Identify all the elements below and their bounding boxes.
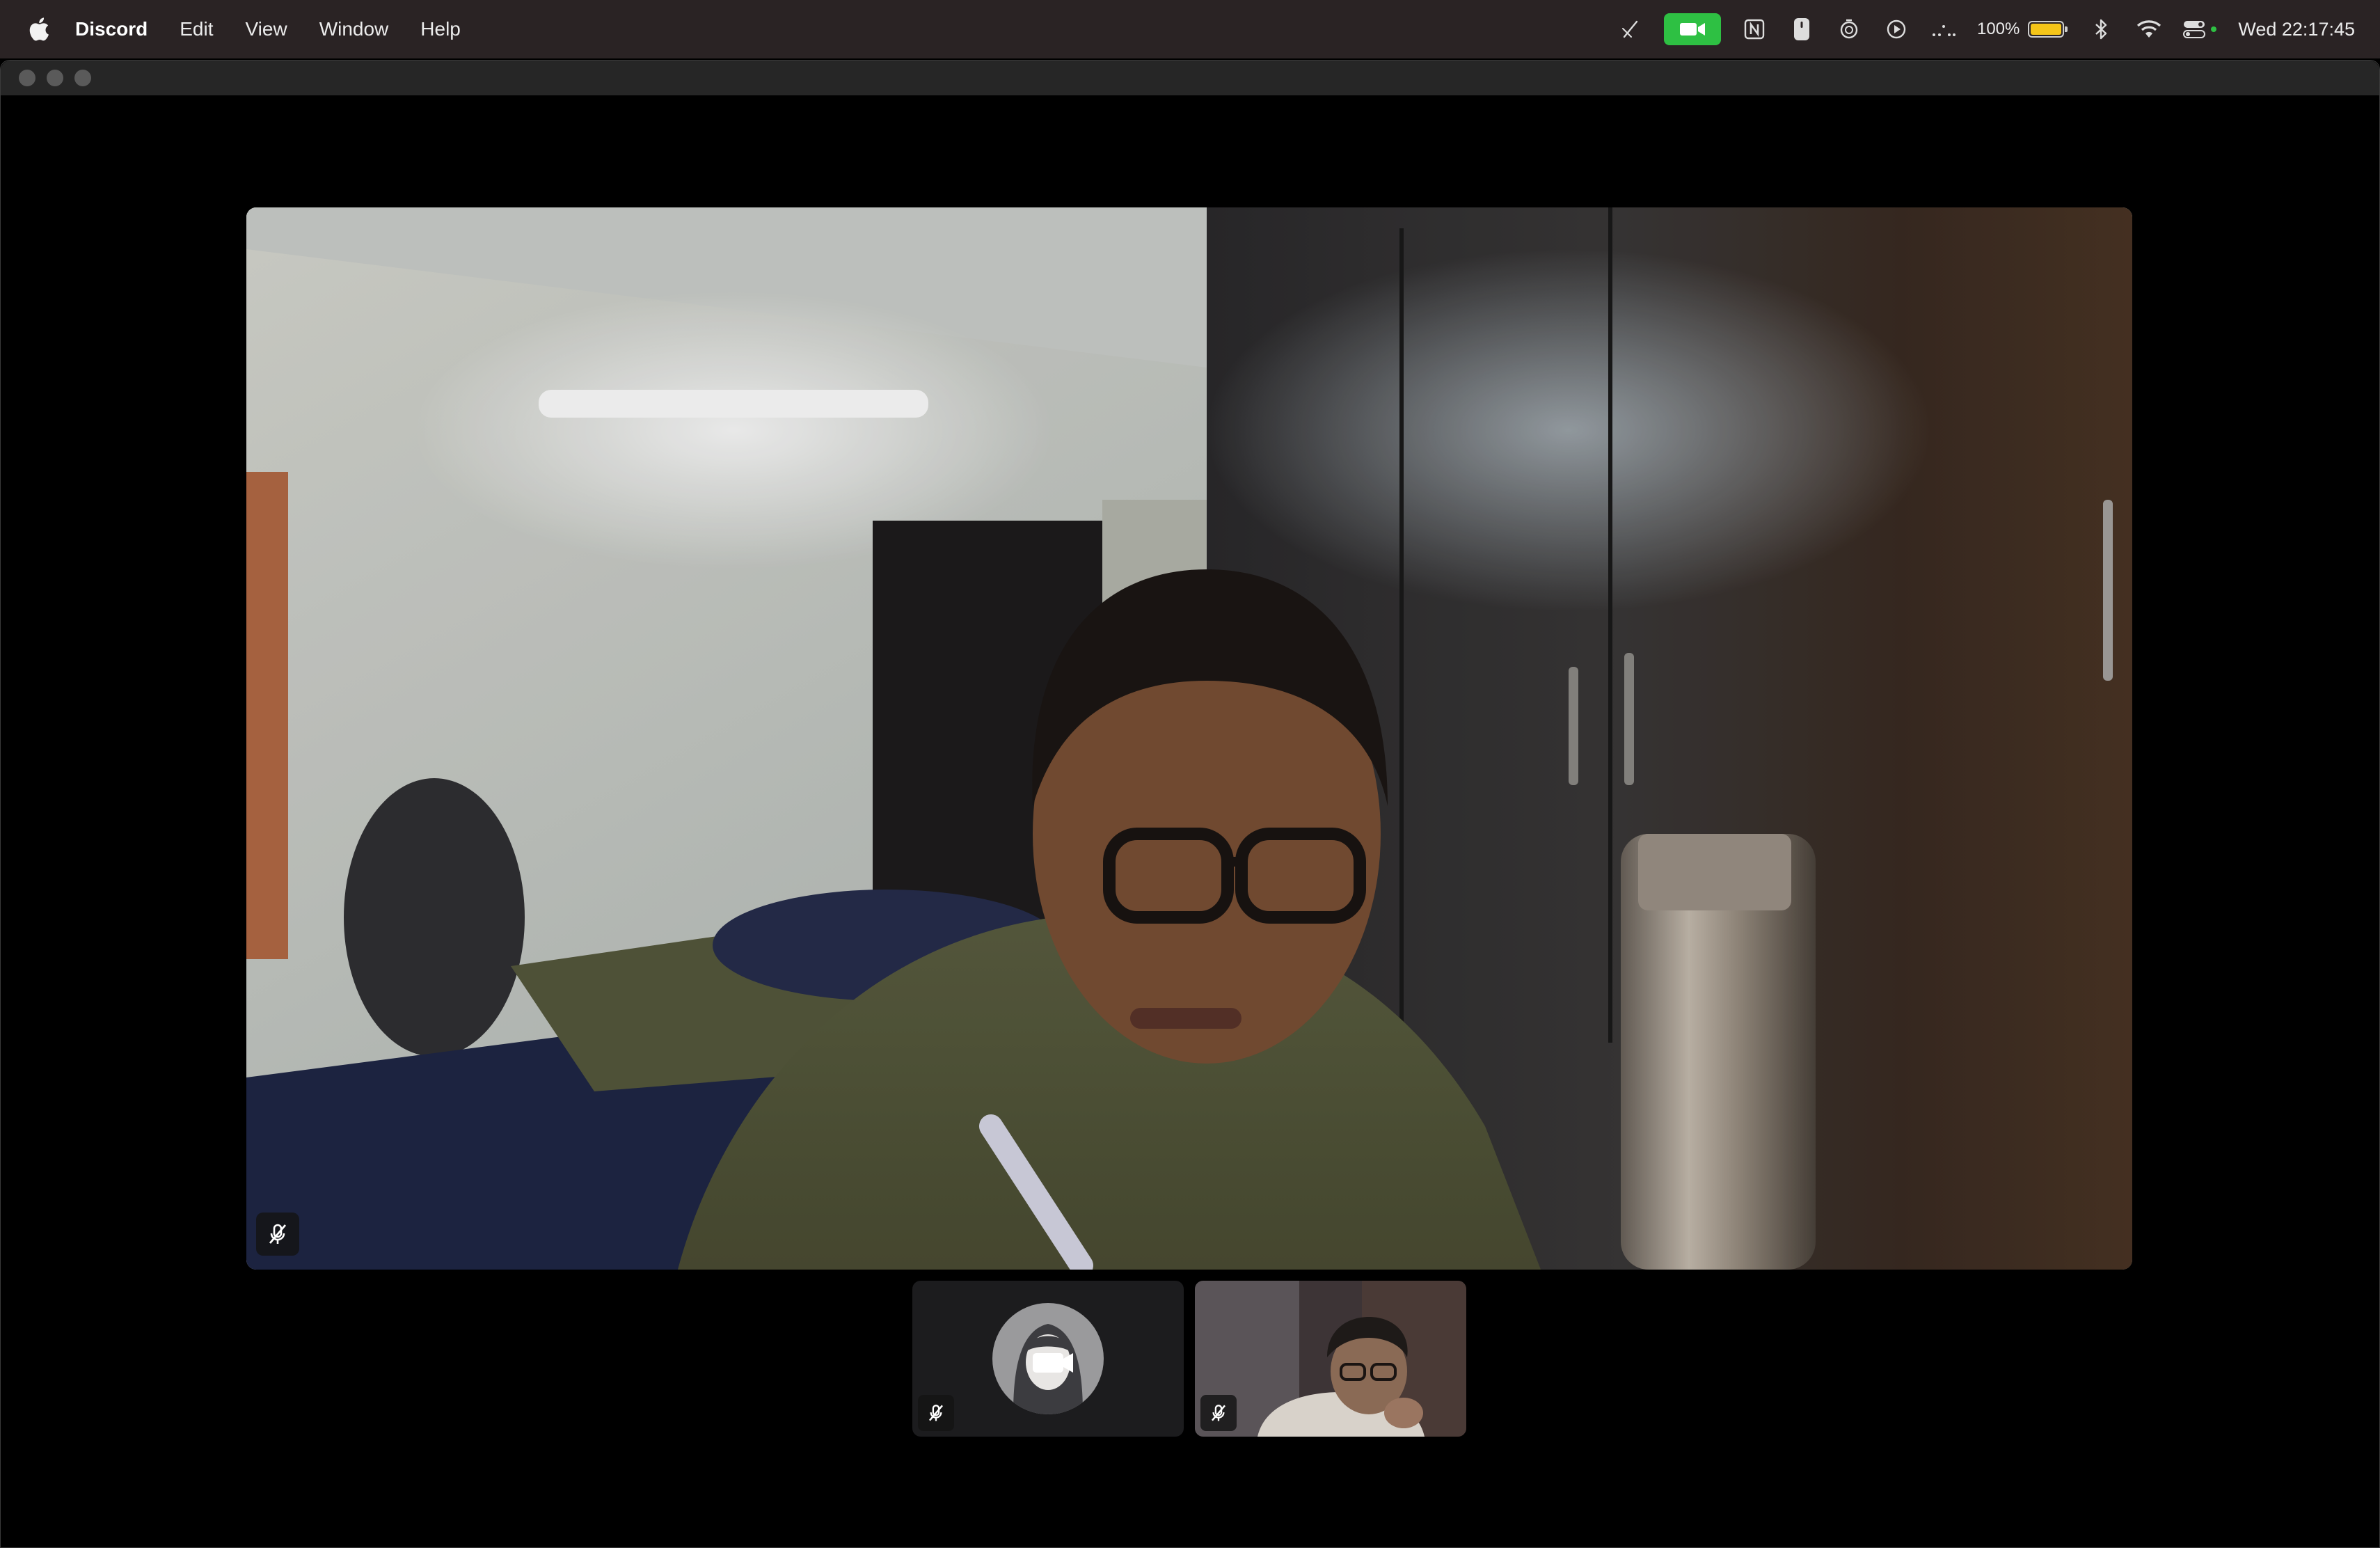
play-icon[interactable]	[1882, 15, 1910, 43]
apple-logo-icon[interactable]	[26, 16, 50, 42]
menu-bar-status: 100% Wed 22:17:45	[1617, 0, 2380, 58]
menu-view[interactable]: View	[246, 0, 287, 58]
pen-slash-icon[interactable]	[1617, 15, 1644, 43]
window-titlebar	[1, 61, 2379, 95]
minimize-window-button[interactable]	[47, 70, 63, 86]
battery-percent: 100%	[1976, 19, 2020, 38]
bluetooth-icon[interactable]	[2088, 15, 2116, 43]
participant-tile-video[interactable]	[1195, 1281, 1466, 1437]
thumb1-muted-mic-icon	[918, 1395, 954, 1431]
menu-window[interactable]: Window	[319, 0, 389, 58]
main-video-feed	[246, 207, 2132, 1270]
menu-app-name[interactable]: Discord	[75, 0, 148, 58]
close-window-button[interactable]	[19, 70, 35, 86]
zoom-window-button[interactable]	[74, 70, 91, 86]
battery-fill	[2031, 24, 2062, 35]
notion-icon[interactable]	[1740, 15, 1768, 43]
control-center-icon[interactable]	[2182, 15, 2219, 43]
wifi-icon[interactable]	[2135, 15, 2163, 43]
menu-bar-clock[interactable]: Wed 22:17:45	[2238, 19, 2355, 40]
avatar	[992, 1303, 1104, 1414]
menu-help[interactable]: Help	[420, 0, 461, 58]
participant-tile-avatar[interactable]	[912, 1281, 1184, 1437]
main-video-tile[interactable]	[246, 207, 2132, 1270]
battery-icon[interactable]	[2028, 21, 2068, 38]
mouse-icon[interactable]	[1788, 15, 1816, 43]
menu-bar-left: Discord Edit View Window Help	[0, 0, 493, 58]
thumb2-muted-mic-icon	[1200, 1395, 1237, 1431]
dots-icon[interactable]	[1930, 15, 1958, 43]
menu-edit[interactable]: Edit	[180, 0, 213, 58]
main-tile-muted-mic-icon	[256, 1213, 299, 1256]
timer-icon[interactable]	[1835, 15, 1863, 43]
menu-bar: Discord Edit View Window Help 100% Wed 2…	[0, 0, 2380, 58]
camera-in-use-icon[interactable]	[1663, 13, 1721, 45]
